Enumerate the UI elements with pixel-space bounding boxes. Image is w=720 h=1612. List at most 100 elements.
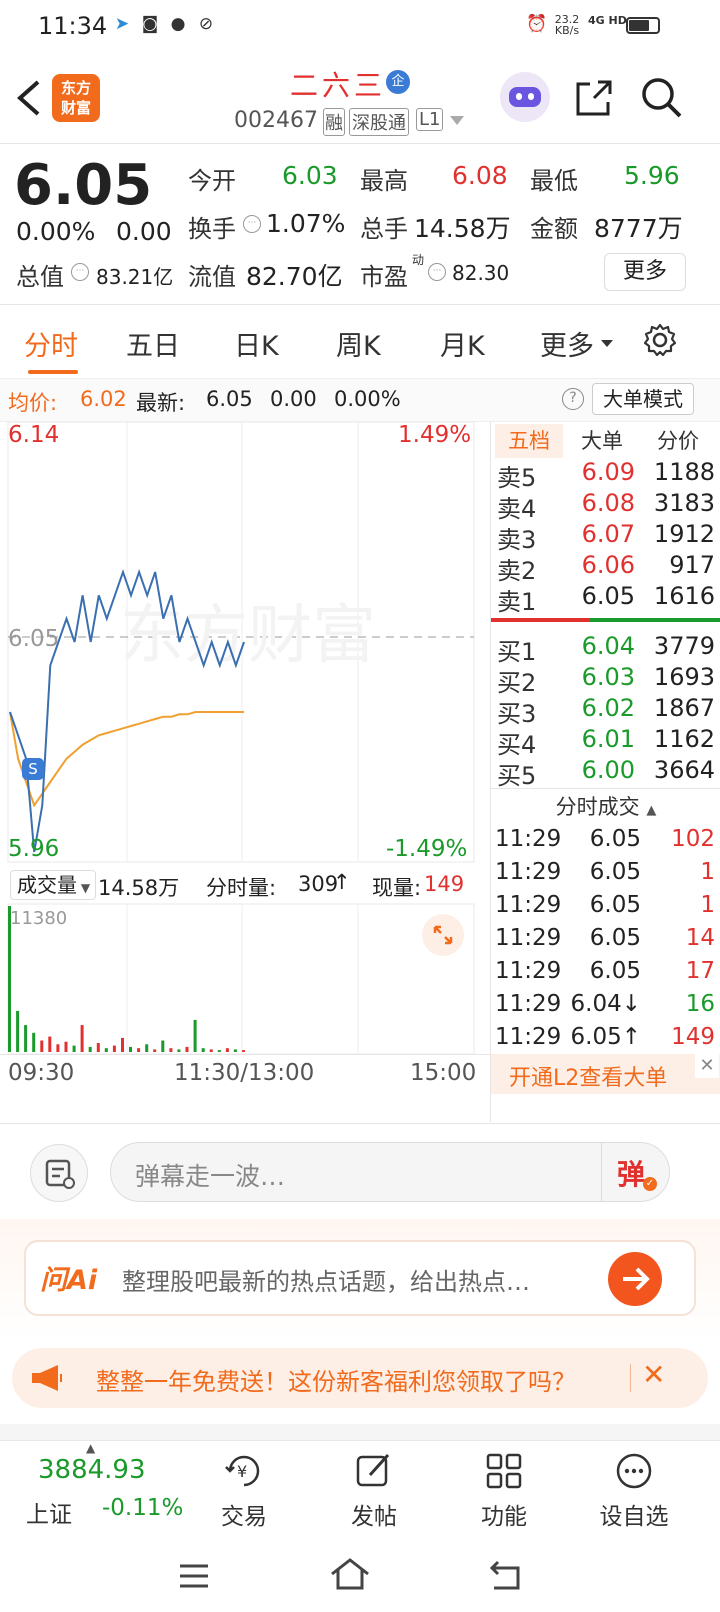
alarm-icon: ⏰ — [526, 14, 548, 34]
arrow-up-icon: ↑ — [333, 870, 351, 894]
bid-volume: 1693 — [653, 663, 715, 691]
search-icon[interactable] — [640, 76, 684, 120]
bid-price: 6.00 — [581, 756, 635, 784]
chart-svg: 东方财富 — [7, 422, 475, 1055]
stock-name: 二六三 — [290, 69, 387, 102]
nav-trade[interactable]: ¥ 交易 — [204, 1451, 284, 1531]
trade-volume: 1 — [700, 859, 715, 885]
help-icon[interactable]: ? — [562, 388, 584, 410]
volume-bar — [242, 1050, 245, 1052]
volume-bar — [217, 1050, 221, 1052]
return-icon[interactable] — [488, 1558, 524, 1592]
ai-question-bar[interactable]: 问Ai 整理股吧最新的热点话题，给出热点… — [24, 1240, 696, 1316]
trade-row: 11:29 6.05 17 — [491, 958, 720, 992]
caret-up-icon: ▲ — [86, 1441, 96, 1455]
l2-upgrade-text: 开通L2查看大单 — [509, 1066, 668, 1091]
close-icon[interactable]: ✕ — [695, 1054, 719, 1078]
y-label-top: 6.14 — [8, 422, 60, 448]
arrow-right-icon[interactable] — [608, 1252, 662, 1306]
trade-row: 11:29 6.05 1 — [491, 892, 720, 926]
trade-price: 6.05 — [589, 826, 641, 852]
ask-volume: 917 — [669, 551, 715, 579]
ask-volume: 1912 — [653, 520, 715, 548]
tab-price-dist[interactable]: 分价 — [641, 424, 715, 458]
trades-header[interactable]: 分时成交 ▲ — [491, 790, 720, 824]
cur-volume-value: 149 — [424, 872, 465, 896]
cur-volume-label: 现量: — [372, 876, 422, 900]
pe-superscript: 动 — [412, 253, 425, 267]
status-time: 11:34 — [38, 12, 108, 40]
ask-price: 6.07 — [581, 520, 635, 548]
nav-functions[interactable]: 功能 — [464, 1451, 544, 1531]
l2-upgrade-banner[interactable]: 开通L2查看大单 ✕ — [491, 1054, 720, 1094]
tab-five-level[interactable]: 五档 — [495, 424, 563, 458]
index-widget[interactable]: ▲ 3884.93 上证 -0.11% — [0, 1441, 184, 1541]
tab-five-day[interactable]: 五日 — [126, 324, 180, 363]
trade-icon: ¥ — [225, 1455, 260, 1487]
danmu-settings-icon[interactable] — [30, 1144, 88, 1202]
x-label-close: 15:00 — [410, 1060, 477, 1086]
volume-dropdown-label: 成交量 — [17, 873, 77, 897]
index-change: -0.11% — [102, 1495, 184, 1521]
tab-big-order[interactable]: 大单 — [569, 424, 635, 458]
danmu-input[interactable]: 弹幕走一波… 弹 ✓ — [110, 1142, 670, 1202]
trade-volume: 149 — [671, 1024, 715, 1050]
nav-add-watchlist-label: 设自选 — [599, 1504, 669, 1530]
bid-row: 买5 6.00 3664 — [491, 756, 720, 790]
tab-weekly-k[interactable]: 周K — [336, 324, 381, 363]
bid-price: 6.02 — [581, 694, 635, 722]
more-button[interactable]: 更多 — [604, 253, 686, 291]
expand-icon[interactable] — [422, 914, 464, 956]
nav-post-label: 发帖 — [351, 1504, 397, 1530]
big-order-mode-button[interactable]: 大单模式 — [592, 383, 694, 415]
ask-label: 卖5 — [497, 464, 537, 492]
trade-time: 11:29 — [495, 991, 562, 1017]
ask-volume: 3183 — [653, 489, 715, 517]
promo-banner[interactable]: 整整一年免费送！这份新客福利您领取了吗？ ✕ — [12, 1348, 708, 1408]
ask-label: 卖1 — [497, 588, 537, 616]
volume-bar — [233, 1049, 237, 1052]
bid-volume: 1162 — [653, 725, 715, 753]
nav-functions-label: 功能 — [481, 1504, 527, 1530]
info-icon[interactable]: ··· — [428, 263, 446, 281]
settings-gear-icon[interactable] — [642, 322, 678, 358]
tab-monthly-k[interactable]: 月K — [440, 324, 485, 363]
robot-assistant-icon[interactable] — [500, 72, 550, 122]
danmu-bar: 弹幕走一波… 弹 ✓ — [0, 1123, 720, 1219]
bid-label: 买1 — [497, 638, 537, 666]
float-label: 流值 — [188, 263, 236, 291]
bid-price: 6.01 — [581, 725, 635, 753]
close-icon[interactable]: ✕ — [642, 1358, 665, 1391]
volume-dropdown[interactable]: 成交量 ▼ — [10, 870, 96, 900]
intraday-chart[interactable]: 东方财富 6.14 6.05 5.96 1.49% -1.49% S 成交量 ▼… — [0, 422, 490, 1122]
ask-row: 卖3 6.07 1912 — [491, 520, 720, 554]
tab-more[interactable]: 更多 — [540, 324, 594, 363]
edit-icon — [356, 1453, 390, 1487]
high-value: 6.08 — [452, 161, 508, 190]
chevron-down-icon[interactable] — [450, 116, 464, 126]
y-label-bottom: 5.96 — [8, 836, 60, 862]
home-icon[interactable] — [330, 1558, 370, 1592]
bottom-nav: ▲ 3884.93 上证 -0.11% ¥ 交易 发帖 功能 设自选 — [0, 1440, 720, 1540]
menu-icon[interactable] — [178, 1562, 210, 1590]
share-icon[interactable] — [574, 78, 614, 118]
nav-add-watchlist[interactable]: 设自选 — [594, 1451, 674, 1531]
danmu-send-button[interactable]: 弹 — [617, 1153, 645, 1193]
trade-price: 6.05 — [589, 925, 641, 951]
signal-s-icon[interactable]: S — [22, 758, 44, 780]
section-gap — [0, 1424, 720, 1440]
trades-title: 分时成交 — [555, 795, 640, 819]
index-value: 3884.93 — [38, 1455, 146, 1485]
tab-daily-k[interactable]: 日K — [234, 324, 279, 363]
turnover-value: 1.07% — [266, 209, 346, 238]
back-icon[interactable] — [14, 78, 42, 118]
volume-total: 14.58万 — [98, 876, 180, 900]
tab-intraday[interactable]: 分时 — [24, 324, 78, 363]
nav-post[interactable]: 发帖 — [334, 1451, 414, 1531]
info-icon[interactable]: ··· — [243, 215, 261, 233]
current-price: 6.05 — [14, 153, 153, 218]
info-icon[interactable]: ··· — [71, 263, 89, 281]
latest-change: 0.00 — [270, 387, 317, 411]
caret-down-icon — [601, 340, 613, 347]
logo-line2: 财富 — [60, 99, 91, 117]
